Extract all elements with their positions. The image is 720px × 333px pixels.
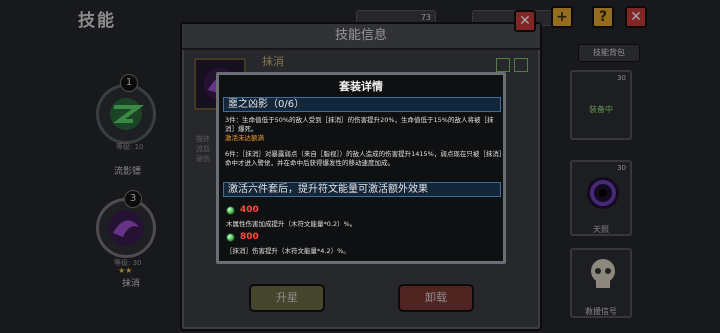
tier3-effect: 3件：生命值低于50%的敌人受到［抹消］的伤害提升20%，生命值低于15%的敌人… — [225, 116, 503, 143]
tier3-status: 激活未达额满 — [225, 134, 264, 142]
bonus-threshold-1: 400 — [240, 205, 259, 215]
popup-title: 套装详情 — [339, 80, 383, 93]
bonus-threshold-2: 800 — [240, 232, 259, 242]
tier6-effect: 6件：［抹消］对暴露弱点（来自［脂视］）的敌人造成的伤害提升1415%，弱点现在… — [225, 150, 503, 167]
gem-icon — [226, 232, 235, 242]
bonus-row-2: 800 — [226, 232, 259, 242]
bonus-effect-1: 木属性伤害加成提升（木符文能量*0.2）%。 — [226, 220, 357, 228]
bonus-row-1: 400 — [226, 205, 259, 215]
gem-icon — [226, 205, 235, 215]
set-name-bar: 噩之凶影（0/6） — [223, 97, 501, 112]
bonus-effect-2: ［抹消］伤害提升（木符文能量*4.2）%。 — [226, 247, 350, 255]
bonus-header-bar: 激活六件套后，提升符文能量可激活额外效果 — [223, 182, 501, 197]
set-detail-popup: 套装详情 噩之凶影（0/6） 3件：生命值低于50%的敌人受到［抹消］的伤害提升… — [216, 72, 506, 264]
